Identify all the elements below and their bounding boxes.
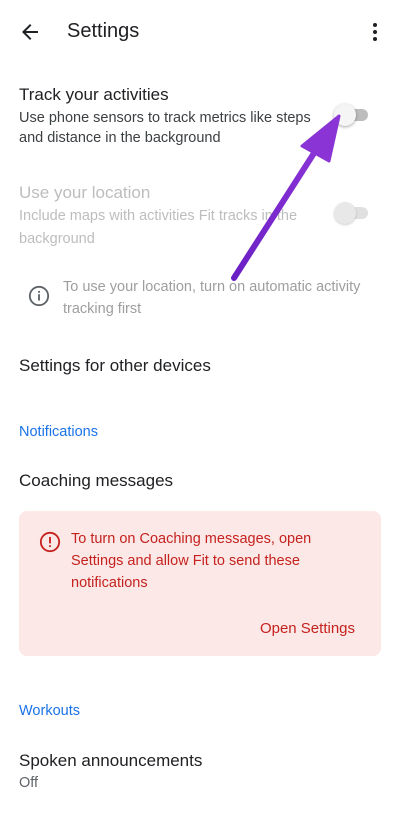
workouts-section-header: Workouts — [19, 703, 80, 719]
use-location-title: Use your location — [19, 183, 151, 202]
toggle-thumb — [334, 104, 356, 126]
use-location-toggle[interactable] — [334, 202, 370, 224]
more-options-button[interactable] — [360, 16, 390, 48]
coaching-alert-card: To turn on Coaching messages, open Setti… — [19, 511, 381, 656]
info-icon — [28, 285, 50, 307]
arrow-back-icon — [22, 24, 38, 40]
track-activities-description: Use phone sensors to track metrics like … — [19, 110, 311, 146]
notifications-section-header: Notifications — [19, 424, 98, 440]
spoken-announcements-value: Off — [19, 775, 39, 791]
page-title: Settings — [67, 20, 140, 42]
toggle-thumb — [334, 202, 356, 224]
settings-other-devices[interactable]: Settings for other devices — [19, 356, 211, 376]
coaching-messages-item[interactable]: Coaching messages — [19, 471, 173, 491]
error-icon — [39, 531, 61, 553]
track-activities-title: Track your activities — [19, 85, 169, 104]
coaching-alert-text: To turn on Coaching messages, open Setti… — [71, 531, 312, 591]
app-bar: Settings — [0, 0, 400, 64]
spoken-announcements-item[interactable]: Spoken announcements — [19, 751, 202, 771]
back-button[interactable] — [14, 16, 46, 48]
location-info-text: To use your location, turn on automatic … — [63, 279, 361, 317]
use-location-description: Include maps with activities Fit tracks … — [19, 208, 298, 247]
track-activities-toggle[interactable] — [334, 104, 370, 126]
more-vert-icon — [373, 23, 377, 41]
open-settings-button[interactable]: Open Settings — [260, 620, 355, 637]
